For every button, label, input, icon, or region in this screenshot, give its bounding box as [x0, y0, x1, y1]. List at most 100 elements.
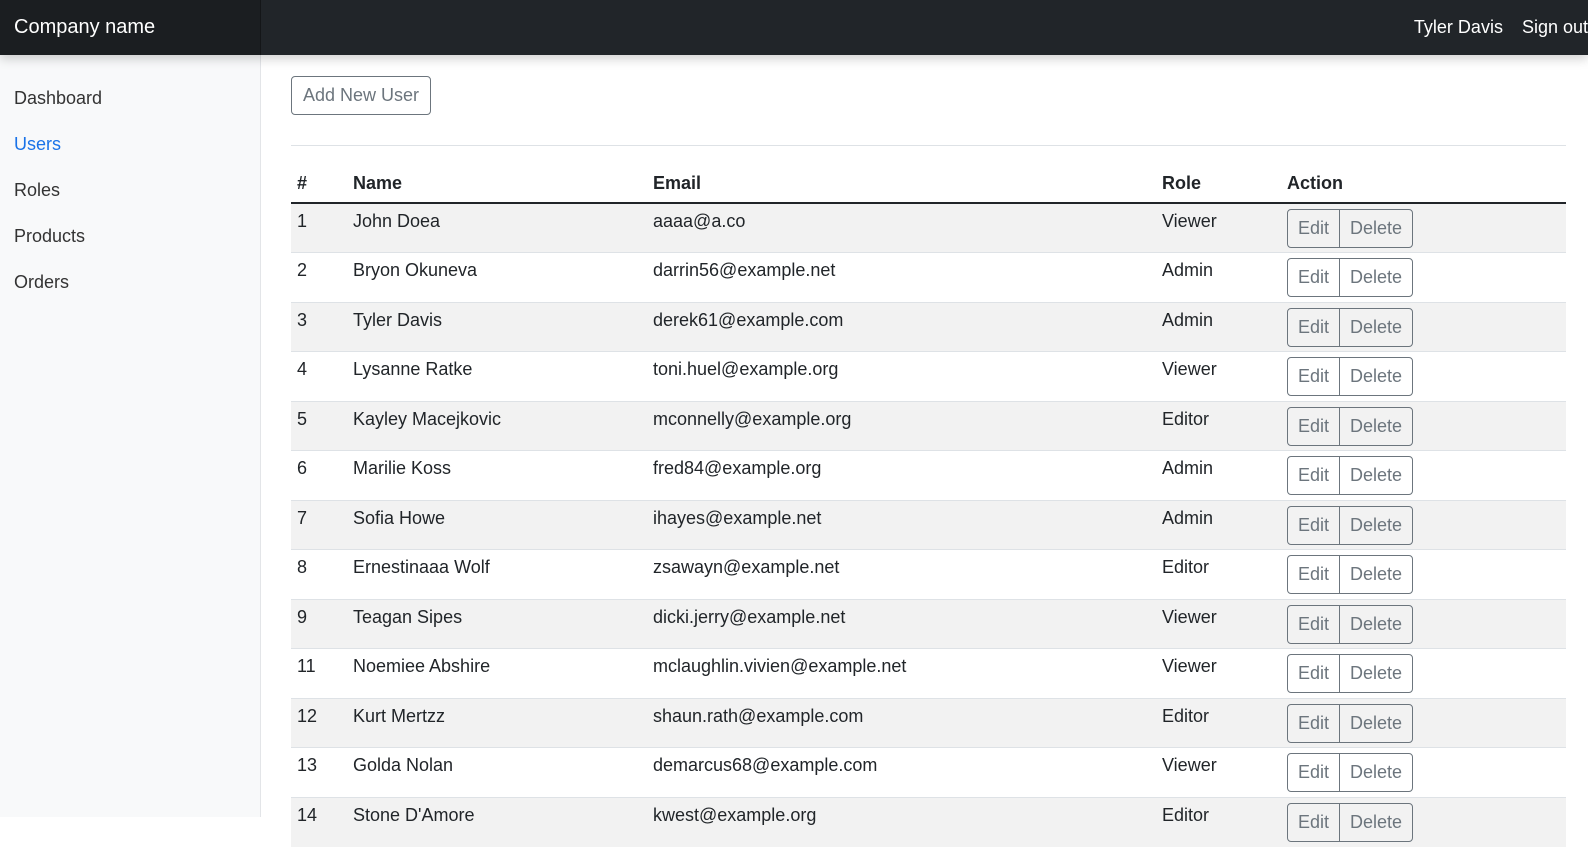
edit-button[interactable]: Edit — [1287, 802, 1341, 842]
cell-name: Marilie Koss — [347, 450, 647, 500]
cell-role: Viewer — [1156, 648, 1281, 698]
cell-id: 1 — [291, 202, 347, 253]
delete-button[interactable]: Delete — [1339, 258, 1414, 297]
edit-button[interactable]: Edit — [1287, 456, 1341, 495]
cell-actions: Edit Delete — [1281, 549, 1566, 599]
sidebar-item-orders[interactable]: Orders — [0, 269, 260, 315]
top-navbar: Company name Tyler Davis Sign out — [0, 0, 1588, 55]
cell-id: 4 — [291, 351, 347, 401]
cell-role: Admin — [1156, 252, 1281, 302]
cell-email: mclaughlin.vivien@example.net — [647, 648, 1156, 698]
cell-role: Viewer — [1156, 351, 1281, 401]
cell-name: Bryon Okuneva — [347, 252, 647, 302]
table-header-row: # Name Email Role Action — [291, 173, 1566, 204]
users-table: # Name Email Role Action 1 John Doea aaaa@… — [291, 173, 1566, 847]
column-header-email: Email — [647, 173, 1156, 204]
cell-actions: Edit Delete — [1281, 202, 1566, 253]
edit-button[interactable]: Edit — [1287, 406, 1341, 446]
sidebar-item-products[interactable]: Products — [0, 223, 260, 269]
delete-button[interactable]: Delete — [1339, 802, 1414, 842]
cell-id: 14 — [291, 796, 347, 847]
edit-button[interactable]: Edit — [1287, 209, 1341, 248]
edit-button[interactable]: Edit — [1287, 753, 1341, 792]
delete-button[interactable]: Delete — [1339, 753, 1414, 792]
row-action-group: Edit Delete — [1287, 456, 1414, 495]
delete-button[interactable]: Delete — [1339, 307, 1414, 347]
cell-actions: Edit Delete — [1281, 747, 1566, 797]
cell-email: demarcus68@example.com — [647, 747, 1156, 797]
delete-button[interactable]: Delete — [1339, 505, 1414, 545]
cell-email: ihayes@example.net — [647, 499, 1156, 550]
delete-button[interactable]: Delete — [1339, 654, 1414, 693]
cell-role: Editor — [1156, 697, 1281, 748]
edit-button[interactable]: Edit — [1287, 703, 1341, 743]
edit-button[interactable]: Edit — [1287, 555, 1341, 594]
user-name-link[interactable]: Tyler Davis — [1414, 17, 1503, 38]
edit-button[interactable]: Edit — [1287, 505, 1341, 545]
cell-actions: Edit Delete — [1281, 796, 1566, 847]
row-action-group: Edit Delete — [1287, 357, 1414, 396]
column-header-name: Name — [347, 173, 647, 204]
sidebar-item-roles[interactable]: Roles — [0, 177, 260, 223]
edit-button[interactable]: Edit — [1287, 357, 1341, 396]
row-action-group: Edit Delete — [1287, 505, 1414, 545]
cell-role: Editor — [1156, 549, 1281, 599]
table-row: 3 Tyler Davis derek61@example.com Admin Edit… — [291, 301, 1566, 352]
cell-role: Admin — [1156, 499, 1281, 550]
cell-role: Viewer — [1156, 598, 1281, 649]
add-new-user-button[interactable]: Add New User — [291, 76, 432, 115]
cell-name: Golda Nolan — [347, 747, 647, 797]
table-body: 1 John Doea aaaa@a.co Viewer Edit Delete 2 Bryo… — [291, 202, 1566, 847]
table-row: 12 Kurt Mertzz shaun.rath@example.com Edito… — [291, 697, 1566, 748]
cell-email: fred84@example.org — [647, 450, 1156, 500]
edit-button[interactable]: Edit — [1287, 307, 1341, 347]
delete-button[interactable]: Delete — [1339, 357, 1414, 396]
cell-email: shaun.rath@example.com — [647, 697, 1156, 748]
cell-name: Tyler Davis — [347, 301, 647, 352]
cell-role: Viewer — [1156, 202, 1281, 253]
cell-role: Editor — [1156, 796, 1281, 847]
sidebar-item-dashboard[interactable]: Dashboard — [0, 85, 260, 131]
cell-id: 9 — [291, 598, 347, 649]
cell-role: Viewer — [1156, 747, 1281, 797]
brand-name[interactable]: Company name — [0, 0, 261, 55]
row-action-group: Edit Delete — [1287, 258, 1414, 297]
row-action-group: Edit Delete — [1287, 703, 1414, 743]
table-row: 5 Kayley Macejkovic mconnelly@example.org E… — [291, 400, 1566, 451]
top-nav-links: Tyler Davis Sign out — [1414, 0, 1588, 55]
sign-out-link[interactable]: Sign out — [1522, 17, 1588, 38]
delete-button[interactable]: Delete — [1339, 703, 1414, 743]
sidebar-item-users[interactable]: Users — [0, 131, 260, 177]
cell-actions: Edit Delete — [1281, 400, 1566, 451]
edit-button[interactable]: Edit — [1287, 604, 1341, 644]
cell-actions: Edit Delete — [1281, 648, 1566, 698]
cell-email: mconnelly@example.org — [647, 400, 1156, 451]
cell-id: 7 — [291, 499, 347, 550]
table-row: 7 Sofia Howe ihayes@example.net Admin Edit De… — [291, 499, 1566, 550]
cell-id: 13 — [291, 747, 347, 797]
cell-id: 5 — [291, 400, 347, 451]
table-header: # Name Email Role Action — [291, 173, 1566, 204]
cell-actions: Edit Delete — [1281, 499, 1566, 550]
cell-actions: Edit Delete — [1281, 598, 1566, 649]
delete-button[interactable]: Delete — [1339, 555, 1414, 594]
cell-role: Admin — [1156, 450, 1281, 500]
cell-name: John Doea — [347, 202, 647, 253]
table-row: 2 Bryon Okuneva darrin56@example.net Admin E… — [291, 252, 1566, 302]
cell-name: Teagan Sipes — [347, 598, 647, 649]
edit-button[interactable]: Edit — [1287, 654, 1341, 693]
edit-button[interactable]: Edit — [1287, 258, 1341, 297]
cell-email: zsawayn@example.net — [647, 549, 1156, 599]
row-action-group: Edit Delete — [1287, 802, 1414, 842]
cell-email: dicki.jerry@example.net — [647, 598, 1156, 649]
sidebar: Dashboard Users Roles Products Orders — [0, 55, 261, 817]
delete-button[interactable]: Delete — [1339, 456, 1414, 495]
delete-button[interactable]: Delete — [1339, 406, 1414, 446]
column-header-role: Role — [1156, 173, 1281, 204]
cell-actions: Edit Delete — [1281, 450, 1566, 500]
cell-id: 8 — [291, 549, 347, 599]
delete-button[interactable]: Delete — [1339, 604, 1414, 644]
delete-button[interactable]: Delete — [1339, 209, 1414, 248]
cell-actions: Edit Delete — [1281, 351, 1566, 401]
cell-actions: Edit Delete — [1281, 252, 1566, 302]
